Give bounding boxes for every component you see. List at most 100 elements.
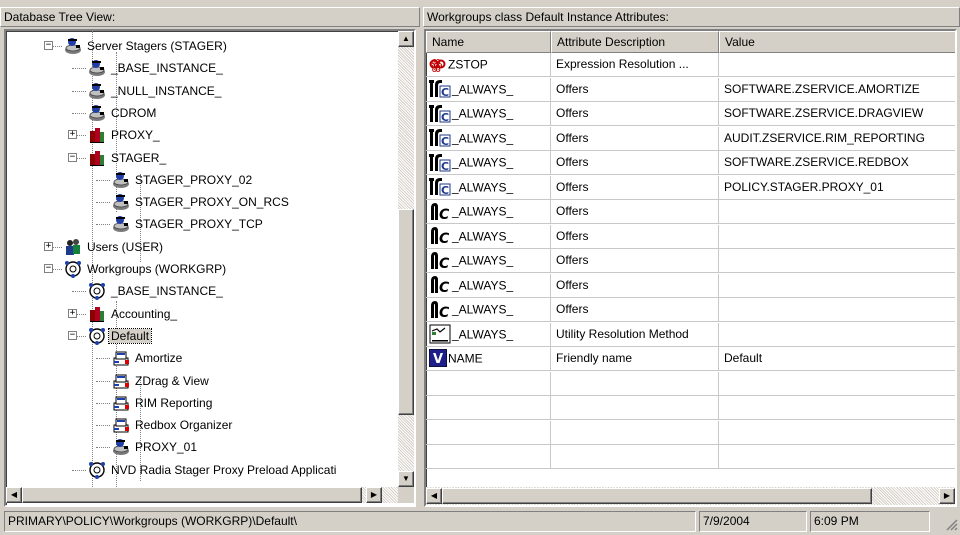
- attribute-name-cell: C _ALWAYS_: [426, 249, 551, 272]
- attributes-list[interactable]: Name Attribute Description Value ꙮ ZSTOP E…: [424, 29, 957, 507]
- tree-node-label: PROXY_01: [135, 440, 198, 455]
- table-row[interactable]: [426, 396, 955, 420]
- package-icon: [112, 349, 130, 367]
- size-grip[interactable]: [944, 517, 958, 531]
- collapse-node-icon[interactable]: −: [68, 152, 77, 162]
- scroll-up-button[interactable]: ▲: [398, 31, 414, 47]
- tree-node-label: _NULL_INSTANCE_: [111, 83, 222, 98]
- tree-node[interactable]: Users (USER): [64, 236, 165, 258]
- tree-node-label: STAGER_PROXY_TCP: [135, 217, 263, 232]
- tree-node[interactable]: CDROM: [88, 102, 158, 124]
- scroll-down-button[interactable]: ▼: [398, 471, 414, 487]
- tree-rows: − Server Stagers (STAGER) _BASE_INSTANCE_ _…: [6, 31, 398, 487]
- stager-instance-icon: [112, 438, 130, 456]
- attribute-value-cell: SOFTWARE.ZSERVICE.DRAGVIEW: [719, 102, 955, 125]
- tree-node-label: STAGER_PROXY_02: [135, 172, 253, 187]
- empty-connection-icon: C: [429, 275, 451, 296]
- table-row[interactable]: V NAME Friendly name Default: [426, 347, 955, 371]
- attribute-value-cell: [719, 323, 955, 346]
- status-time: 6:09 PM: [810, 511, 930, 532]
- table-row[interactable]: C _ALWAYS_ Offers SOFTWARE.ZSERVICE.AMORTIZ…: [426, 77, 955, 102]
- tree-node[interactable]: STAGER_PROXY_ON_RCS: [112, 191, 291, 213]
- tree-node[interactable]: Workgroups (WORKGRP): [64, 258, 228, 280]
- tree-node[interactable]: ZDrag & View: [112, 370, 211, 392]
- table-row[interactable]: C _ALWAYS_ Offers: [426, 298, 955, 322]
- empty-cell: [426, 420, 551, 444]
- tree-horizontal-scrollbar[interactable]: ◀ ▶: [6, 487, 398, 503]
- svg-text:C: C: [441, 160, 449, 173]
- table-row[interactable]: [426, 445, 955, 469]
- scroll-thumb-horizontal[interactable]: [442, 488, 872, 504]
- class-books-icon: [88, 126, 106, 144]
- tree-node[interactable]: PROXY_: [88, 124, 162, 146]
- tree-node-label: Workgroups (WORKGRP): [87, 262, 227, 276]
- empty-cell: [719, 372, 955, 395]
- column-header-name[interactable]: Name: [426, 31, 551, 53]
- class-connection-icon: C: [429, 104, 451, 124]
- table-row[interactable]: [426, 420, 955, 445]
- collapse-node-icon[interactable]: −: [68, 330, 77, 340]
- attribute-name: _ALWAYS_: [452, 106, 514, 121]
- table-row[interactable]: _ALWAYS_ Utility Resolution Method: [426, 322, 955, 347]
- tree-node[interactable]: PROXY_01: [112, 436, 199, 458]
- tree-node[interactable]: NVD Radia Stager Proxy Preload Applicati: [88, 459, 338, 481]
- tree-node-label: RIM Reporting: [135, 395, 213, 410]
- attribute-name-cell: ꙮ ZSTOP: [426, 53, 551, 76]
- attributes-horizontal-scrollbar[interactable]: ◀ ▶: [426, 487, 955, 505]
- tree-node[interactable]: Server Stagers (STAGER): [64, 35, 229, 57]
- class-connection-icon: C: [429, 153, 451, 173]
- tree-node[interactable]: STAGER_PROXY_TCP: [112, 213, 265, 235]
- attribute-name-cell: C _ALWAYS_: [426, 273, 551, 297]
- scroll-right-button[interactable]: ▶: [366, 487, 382, 503]
- table-row[interactable]: C _ALWAYS_ Offers: [426, 200, 955, 224]
- empty-connection-icon: C: [429, 300, 451, 321]
- table-row[interactable]: ꙮ ZSTOP Expression Resolution ...: [426, 53, 955, 77]
- collapse-node-icon[interactable]: −: [44, 41, 53, 50]
- expand-node-icon[interactable]: +: [44, 241, 53, 251]
- empty-cell: [719, 445, 955, 468]
- scroll-right-button[interactable]: ▶: [939, 488, 955, 504]
- expand-node-icon[interactable]: +: [68, 130, 77, 140]
- table-row[interactable]: C _ALWAYS_ Offers SOFTWARE.ZSERVICE.DRAGVIE…: [426, 102, 955, 126]
- scroll-thumb[interactable]: [398, 209, 414, 415]
- tree-node-label: STAGER_PROXY_ON_RCS: [135, 195, 289, 210]
- tree-pane-header: Database Tree View:: [0, 7, 420, 27]
- svg-text:C: C: [441, 135, 449, 148]
- tree-connector-line: [96, 358, 110, 360]
- tree-node[interactable]: Amortize: [112, 347, 184, 369]
- tree-node[interactable]: STAGER_PROXY_02: [112, 169, 254, 191]
- table-row[interactable]: C _ALWAYS_ Offers: [426, 249, 955, 273]
- table-row[interactable]: C _ALWAYS_ Offers SOFTWARE.ZSERVICE.REDBOX: [426, 151, 955, 175]
- tree-node[interactable]: STAGER_: [88, 147, 168, 169]
- tree-vertical-scrollbar[interactable]: ▲ ▼: [398, 31, 414, 487]
- attribute-name: _ALWAYS_: [452, 204, 514, 219]
- tree-node[interactable]: _BASE_INSTANCE_: [88, 57, 225, 79]
- column-header-description[interactable]: Attribute Description: [551, 31, 719, 53]
- table-row[interactable]: C _ALWAYS_ Offers: [426, 273, 955, 298]
- scroll-left-button[interactable]: ◀: [6, 487, 22, 503]
- attribute-description-cell: Offers: [551, 102, 719, 125]
- table-row[interactable]: C _ALWAYS_ Offers POLICY.STAGER.PROXY_01: [426, 175, 955, 200]
- scroll-thumb-horizontal[interactable]: [22, 487, 362, 503]
- expand-node-icon[interactable]: +: [68, 308, 77, 318]
- tree-node[interactable]: RIM Reporting: [112, 392, 214, 414]
- attribute-name: _ALWAYS_: [452, 228, 514, 243]
- tree-node-label: NVD Radia Stager Proxy Preload Applicati: [111, 462, 337, 477]
- tree-node[interactable]: _NULL_INSTANCE_: [88, 80, 223, 102]
- column-header-value[interactable]: Value: [719, 31, 955, 53]
- table-row[interactable]: C _ALWAYS_ Offers AUDIT.ZSERVICE.RIM_REPORT…: [426, 126, 955, 151]
- tree-connector-line: [72, 291, 86, 293]
- tree-node[interactable]: Accounting_: [88, 303, 179, 325]
- table-row[interactable]: C _ALWAYS_ Offers: [426, 224, 955, 249]
- tree-node[interactable]: _BASE_INSTANCE_: [88, 280, 225, 302]
- collapse-node-icon[interactable]: −: [44, 264, 53, 273]
- stager-instance-icon: [88, 104, 106, 122]
- table-row[interactable]: [426, 371, 955, 396]
- tree-node[interactable]: Redbox Organizer: [112, 414, 234, 436]
- scroll-left-button[interactable]: ◀: [426, 488, 442, 504]
- tree-connector-line: [72, 469, 86, 471]
- database-tree[interactable]: − Server Stagers (STAGER) _BASE_INSTANCE_ _…: [4, 29, 416, 507]
- tree-node[interactable]: Default: [88, 325, 153, 347]
- tree-node-label: STAGER_: [111, 150, 167, 165]
- empty-cell: [426, 445, 551, 468]
